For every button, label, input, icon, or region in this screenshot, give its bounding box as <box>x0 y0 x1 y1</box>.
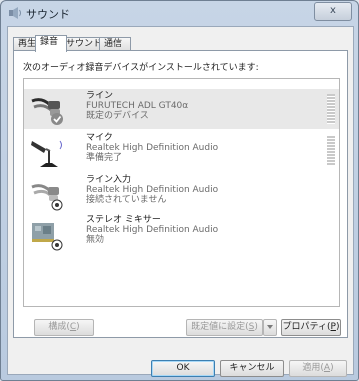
recording-panel: 次のオーディオ録音デバイスがインストールされています: ライン FURUTECH… <box>13 50 348 338</box>
configure-button[interactable]: 構成(C) <box>34 319 94 336</box>
close-button[interactable]: x <box>314 2 352 21</box>
properties-button[interactable]: プロパティ(P) <box>281 319 341 336</box>
cancel-button[interactable]: キャンセル <box>220 360 284 377</box>
device-name: ステレオ ミキサー <box>86 215 161 225</box>
device-driver: Realtek High Definition Audio <box>86 225 219 235</box>
device-text: マイク Realtek High Definition Audio 準備完了 <box>86 133 218 163</box>
device-list: ライン FURUTECH ADL GT40α 既定のデバイス マイク Realt… <box>23 78 340 307</box>
microphone-icon <box>31 140 62 167</box>
level-meter <box>327 94 335 124</box>
chevron-down-icon <box>267 325 273 329</box>
window-title: サウンド <box>26 8 70 21</box>
set-default-button[interactable]: 既定値に設定(S) <box>186 319 263 336</box>
properties-suffix: ) <box>335 322 340 332</box>
tab-recording[interactable]: 録音 <box>35 35 67 52</box>
configure-label: 構成( <box>48 322 70 332</box>
device-name: マイク <box>86 133 113 143</box>
set-default-label: 既定値に設定( <box>191 322 249 332</box>
configure-suffix: ) <box>76 322 80 332</box>
title-bar[interactable]: サウンド x <box>1 1 358 25</box>
device-item-line-in[interactable]: ライン入力 Realtek High Definition Audio 接続され… <box>24 173 339 213</box>
properties-label: プロパティ( <box>282 322 331 332</box>
device-driver: Realtek High Definition Audio <box>86 143 219 153</box>
device-text: ライン入力 Realtek High Definition Audio 接続され… <box>86 175 218 205</box>
instruction-text: 次のオーディオ録音デバイスがインストールされています: <box>23 63 259 73</box>
ok-button[interactable]: OK <box>151 360 215 377</box>
set-default-dropdown[interactable] <box>263 319 277 336</box>
device-driver: Realtek High Definition Audio <box>86 185 219 195</box>
sound-dialog: サウンド x 再生 録音 サウンド 通信 次のオーディオ録音デバイスがインストー… <box>0 0 359 381</box>
dialog-client: 再生 録音 サウンド 通信 次のオーディオ録音デバイスがインストールされています… <box>7 26 354 377</box>
line-in-default-icon <box>31 98 63 125</box>
device-name: ライン <box>86 91 114 101</box>
device-status: 既定のデバイス <box>86 111 149 121</box>
device-text: ステレオ ミキサー Realtek High Definition Audio … <box>86 215 218 245</box>
device-status: 無効 <box>86 235 105 245</box>
device-text: ライン FURUTECH ADL GT40α 既定のデバイス <box>86 91 188 121</box>
line-in-disconnected-icon <box>31 184 63 211</box>
device-item-stereo-mixer[interactable]: ステレオ ミキサー Realtek High Definition Audio … <box>24 213 339 253</box>
stereo-mixer-disabled-icon <box>32 223 63 251</box>
device-name: ライン入力 <box>86 175 132 185</box>
apply-button[interactable]: 適用(A) <box>289 360 347 377</box>
tab-communications[interactable]: 通信 <box>99 37 131 51</box>
device-status: 準備完了 <box>86 153 123 163</box>
device-status: 接続されていません <box>86 195 167 205</box>
apply-label: 適用( <box>302 363 324 373</box>
device-item-mic[interactable]: マイク Realtek High Definition Audio 準備完了 <box>24 131 339 171</box>
apply-suffix: ) <box>330 363 334 373</box>
device-driver: FURUTECH ADL GT40α <box>86 101 189 111</box>
device-item-line[interactable]: ライン FURUTECH ADL GT40α 既定のデバイス <box>24 89 339 129</box>
level-meter <box>327 136 335 166</box>
set-default-suffix: ) <box>254 322 258 332</box>
speaker-icon <box>9 7 21 19</box>
